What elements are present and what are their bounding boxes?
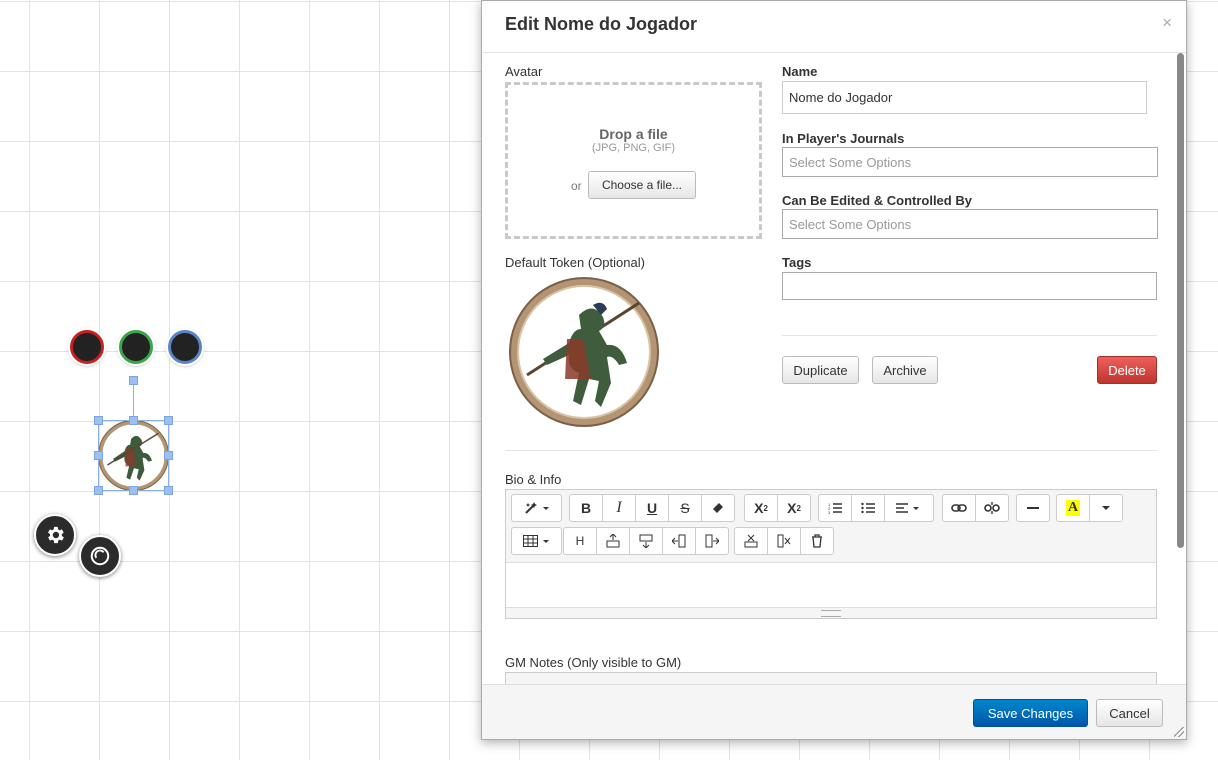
token-settings-button[interactable]	[34, 514, 76, 556]
token-aura-button[interactable]	[79, 535, 121, 577]
name-field[interactable]: Nome do Jogador	[782, 81, 1147, 114]
resize-handle-s[interactable]	[129, 486, 138, 495]
dialog-title: Edit Nome do Jogador	[505, 14, 698, 34]
text-style-group: B I U S	[569, 494, 735, 522]
rotation-line	[133, 385, 134, 420]
drop-formats: (JPG, PNG, GIF)	[591, 142, 676, 154]
default-token-image[interactable]	[509, 277, 659, 427]
table-tools-group: H	[563, 527, 729, 555]
list-group: 123	[818, 494, 934, 522]
ordered-list-icon[interactable]: 123	[818, 494, 852, 522]
aura-icon	[90, 546, 110, 566]
bio-label: Bio & Info	[505, 472, 562, 487]
tags-input[interactable]	[782, 272, 1157, 300]
heading-icon[interactable]: H	[563, 527, 597, 555]
magic-wand-icon[interactable]	[511, 494, 562, 522]
resize-handle-se[interactable]	[164, 486, 173, 495]
highlight-icon[interactable]: A	[1056, 494, 1090, 522]
save-changes-button[interactable]: Save Changes	[973, 699, 1088, 727]
resize-handle-ne[interactable]	[164, 416, 173, 425]
table-icon[interactable]	[511, 527, 562, 555]
link-group	[942, 494, 1009, 522]
dialog-resize-grip[interactable]	[1174, 727, 1184, 737]
tabletop-canvas[interactable]	[0, 0, 481, 760]
status-dot-blue[interactable]	[168, 330, 202, 364]
archive-button[interactable]: Archive	[872, 356, 938, 384]
tags-label: Tags	[782, 255, 812, 270]
link-icon[interactable]	[942, 494, 976, 522]
bio-resize-grip[interactable]	[506, 607, 1156, 618]
edit-character-dialog: Edit Nome do Jogador × Avatar Drop a fil…	[481, 0, 1187, 740]
svg-text:3: 3	[828, 510, 831, 514]
delete-button[interactable]: Delete	[1097, 356, 1157, 384]
status-dot-green[interactable]	[119, 330, 153, 364]
journals-select[interactable]: Select Some Options	[782, 147, 1158, 177]
highlight-group: A	[1056, 494, 1123, 522]
insert-col-left-icon[interactable]	[662, 527, 696, 555]
selection-frame	[98, 420, 169, 491]
bio-divider	[505, 450, 1157, 451]
default-token-label: Default Token (Optional)	[505, 255, 645, 270]
name-label: Name	[782, 64, 818, 79]
duplicate-button[interactable]: Duplicate	[782, 356, 859, 384]
bold-icon[interactable]: B	[569, 494, 603, 522]
rotation-handle[interactable]	[129, 376, 138, 385]
or-text: or	[571, 179, 582, 193]
script-group: X2 X2	[744, 494, 811, 522]
italic-icon[interactable]: I	[602, 494, 636, 522]
eraser-icon[interactable]	[701, 494, 735, 522]
gear-icon	[48, 526, 64, 544]
close-icon[interactable]: ×	[1162, 14, 1172, 32]
delete-row-icon[interactable]	[734, 527, 768, 555]
insert-row-above-icon[interactable]	[596, 527, 630, 555]
dialog-footer: Save Changes Cancel	[482, 684, 1186, 739]
unordered-list-icon[interactable]	[851, 494, 885, 522]
choose-file-button[interactable]: Choose a file...	[588, 171, 696, 199]
resize-handle-sw[interactable]	[94, 486, 103, 495]
dialog-scrollbar[interactable]	[1177, 53, 1184, 548]
delete-table-icon[interactable]	[800, 527, 834, 555]
resize-handle-nw[interactable]	[94, 416, 103, 425]
bio-text-area[interactable]	[506, 562, 1156, 610]
gm-notes-label: GM Notes (Only visible to GM)	[505, 655, 682, 670]
cancel-button[interactable]: Cancel	[1096, 699, 1163, 727]
underline-icon[interactable]: U	[635, 494, 669, 522]
unlink-icon[interactable]	[975, 494, 1009, 522]
resize-handle-n[interactable]	[129, 416, 138, 425]
bio-editor: B I U S X2 X2 123 A H	[505, 489, 1157, 619]
highlight-dropdown-icon[interactable]	[1089, 494, 1123, 522]
journals-label: In Player's Journals	[782, 131, 905, 146]
strikethrough-icon[interactable]: S	[668, 494, 702, 522]
actions-divider	[782, 335, 1157, 336]
delete-col-icon[interactable]	[767, 527, 801, 555]
superscript-icon[interactable]: X2	[744, 494, 778, 522]
dialog-body[interactable]: Avatar Drop a file (JPG, PNG, GIF) or Ch…	[482, 53, 1186, 686]
selected-token[interactable]	[98, 420, 169, 491]
drop-title: Drop a file	[599, 126, 668, 142]
resize-handle-e[interactable]	[164, 451, 173, 460]
horizontal-rule-icon[interactable]	[1016, 494, 1050, 522]
controlled-by-select[interactable]: Select Some Options	[782, 209, 1158, 239]
controlled-by-label: Can Be Edited & Controlled By	[782, 193, 972, 208]
resize-handle-w[interactable]	[94, 451, 103, 460]
subscript-icon[interactable]: X2	[777, 494, 811, 522]
insert-row-below-icon[interactable]	[629, 527, 663, 555]
status-dot-red[interactable]	[70, 330, 104, 364]
align-icon[interactable]	[884, 494, 934, 522]
insert-col-right-icon[interactable]	[695, 527, 729, 555]
table-delete-group	[734, 527, 834, 555]
avatar-dropzone[interactable]: Drop a file (JPG, PNG, GIF) or Choose a …	[505, 82, 762, 239]
avatar-label: Avatar	[505, 64, 543, 79]
